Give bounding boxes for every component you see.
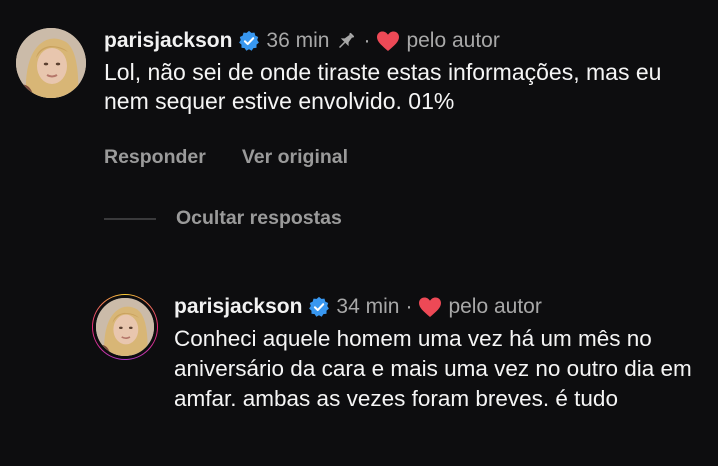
- pin-icon: [335, 30, 357, 52]
- separator: ·: [363, 29, 371, 52]
- separator: ·: [405, 295, 413, 318]
- comment: parisjackson 36 min · pelo autor Lol, nã…: [16, 28, 706, 116]
- reply-comment: parisjackson 34 min · pelo autor Conheci…: [92, 294, 702, 414]
- comment-actions: Responder Ver original: [104, 146, 384, 169]
- comment-text: Conheci aquele homem uma vez há um mês n…: [174, 326, 692, 411]
- reply-button[interactable]: Responder: [104, 146, 206, 169]
- verified-badge-icon: [238, 30, 260, 52]
- liked-by-author-label: pelo autor: [406, 29, 500, 52]
- avatar-story-ring[interactable]: [92, 294, 158, 360]
- username[interactable]: parisjackson: [174, 294, 302, 320]
- heart-icon: [418, 296, 442, 318]
- hide-replies-label: Ocultar respostas: [176, 207, 342, 229]
- comment-text: Lol, não sei de onde tiraste estas infor…: [104, 59, 662, 114]
- liked-by-author-label: pelo autor: [448, 295, 542, 318]
- username[interactable]: parisjackson: [104, 28, 232, 54]
- comment-header: parisjackson 36 min · pelo autor: [104, 28, 706, 54]
- avatar-image: [93, 295, 157, 359]
- see-original-button[interactable]: Ver original: [242, 146, 348, 169]
- comment-header: parisjackson 34 min · pelo autor: [174, 294, 702, 320]
- avatar-image: [16, 28, 86, 98]
- avatar[interactable]: [16, 28, 86, 98]
- timestamp: 34 min: [336, 295, 400, 318]
- hide-replies-button[interactable]: Ocultar respostas: [104, 207, 342, 230]
- heart-icon: [376, 30, 400, 52]
- divider-line: [104, 217, 156, 220]
- timestamp: 36 min: [266, 29, 330, 52]
- verified-badge-icon: [308, 296, 330, 318]
